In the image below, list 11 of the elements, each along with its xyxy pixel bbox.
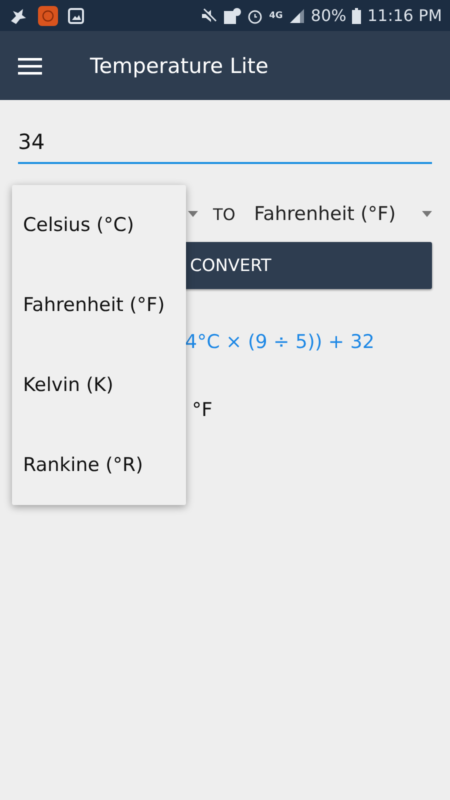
- unit-dropdown[interactable]: Fahrenheit (°F): [254, 203, 432, 225]
- result-text: °F: [191, 399, 214, 421]
- to-label: TO: [212, 204, 236, 224]
- battery-percent: 80%: [310, 6, 346, 25]
- number-field[interactable]: 34: [18, 126, 432, 164]
- formula-text: 4°C × (9 ÷ 5)) + 32: [184, 331, 376, 353]
- app-title: Temperature Lite: [90, 54, 268, 78]
- menu-item[interactable]: Rankine (°R): [12, 425, 186, 505]
- status-time: 11:16 PM: [367, 6, 442, 25]
- network-type: 4G: [269, 10, 283, 20]
- menu-item[interactable]: Kelvin (K): [12, 345, 186, 425]
